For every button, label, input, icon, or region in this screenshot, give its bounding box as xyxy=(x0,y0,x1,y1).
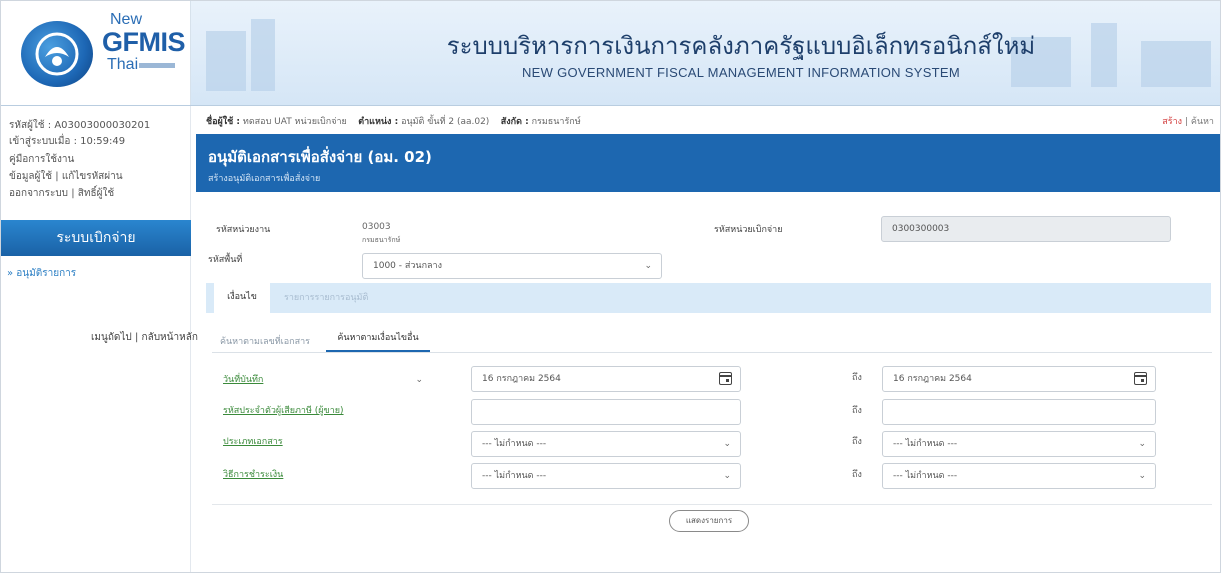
agency-code: 03003 xyxy=(362,222,391,232)
to-label: ถึง xyxy=(852,470,862,480)
subtab-by-document[interactable]: ค้นหาตามเลขที่เอกสาร xyxy=(220,334,310,348)
calendar-icon[interactable] xyxy=(1134,372,1147,385)
banner-decoration xyxy=(206,31,246,91)
create-link[interactable]: สร้าง xyxy=(1162,117,1182,127)
tax-id-label[interactable]: รหัสประจำตัวผู้เสียภาษี (ผู้ขาย) xyxy=(223,403,344,417)
area-select[interactable]: 1000 - ส่วนกลาง ⌄ xyxy=(362,253,662,279)
next-menu-link[interactable]: เมนูถัดไป xyxy=(91,332,132,343)
user-code-line: รหัสผู้ใช้ : A03003000030201 xyxy=(9,118,150,133)
user-info-link[interactable]: ข้อมูลผู้ใช้ xyxy=(9,171,52,182)
tab-list[interactable]: รายการรายการอนุมัติ xyxy=(284,283,368,313)
calendar-icon[interactable] xyxy=(719,372,732,385)
date-type-label: วันที่บันทึก xyxy=(223,375,264,385)
affiliation-value: กรมธนารักษ์ xyxy=(531,117,581,127)
doc-type-label[interactable]: ประเภทเอกสาร xyxy=(223,434,283,448)
system-title-thai: ระบบบริหารการเงินการคลังภาครัฐแบบอิเล็กท… xyxy=(446,32,1036,60)
user-info-bar: ชื่อผู้ใช้ : ทดสอบ UAT หน่วยเบิกจ่าย ตำแ… xyxy=(206,114,1216,128)
tab-bar: เงื่อนไข รายการรายการอนุมัติ xyxy=(206,283,1211,313)
garuda-logo-icon xyxy=(21,21,93,87)
login-time-value: 10:59:49 xyxy=(80,136,126,147)
manual-link[interactable]: คู่มือการใช้งาน xyxy=(9,152,74,167)
sidebar-item-approve[interactable]: » อนุมัติรายการ xyxy=(7,266,76,281)
logo-tagline-bar xyxy=(139,63,175,68)
user-code-label: รหัสผู้ใช้ : xyxy=(9,120,52,131)
search-link[interactable]: ค้นหา xyxy=(1191,117,1214,127)
payment-method-label[interactable]: วิธีการชำระเงิน xyxy=(223,467,283,481)
date-to-field[interactable]: 16 กรกฎาคม 2564 xyxy=(882,366,1156,392)
header-banner: New GFMIS Thai ระบบบริหารการเงินการคลังภ… xyxy=(1,1,1220,106)
payment-method-from-select[interactable]: --- ไม่กำหนด --- ⌄ xyxy=(471,463,741,489)
position-label: ตำแหน่ง : xyxy=(358,117,399,127)
app-window: New GFMIS Thai ระบบบริหารการเงินการคลังภ… xyxy=(0,0,1221,573)
divider xyxy=(212,504,1212,505)
change-password-link[interactable]: แก้ไขรหัสผ่าน xyxy=(62,171,123,182)
date-from-field[interactable]: 16 กรกฎาคม 2564 xyxy=(471,366,741,392)
area-select-value: 1000 - ส่วนกลาง xyxy=(373,261,442,271)
doc-type-to-value: --- ไม่กำหนด --- xyxy=(893,439,958,449)
affiliation-label: สังกัด : xyxy=(500,117,529,127)
agency-name: กรมธนารักษ์ xyxy=(362,236,401,244)
to-label: ถึง xyxy=(852,373,862,383)
chevron-down-icon: ⌄ xyxy=(1138,439,1146,449)
payment-method-to-value: --- ไม่กำหนด --- xyxy=(893,471,958,481)
chevron-down-icon: ⌄ xyxy=(1138,471,1146,481)
position-value: อนุมัติ ขั้นที่ 2 (aa.02) xyxy=(401,117,490,127)
page-title: อนุมัติเอกสารเพื่อสั่งจ่าย (อม. 02) xyxy=(208,148,432,166)
user-rights-link[interactable]: สิทธิ์ผู้ใช้ xyxy=(78,188,114,199)
logout-link[interactable]: ออกจากระบบ xyxy=(9,188,68,199)
system-title-english: NEW GOVERNMENT FISCAL MANAGEMENT INFORMA… xyxy=(521,65,961,80)
doc-type-from-select[interactable]: --- ไม่กำหนด --- ⌄ xyxy=(471,431,741,457)
back-home-link[interactable]: กลับหน้าหลัก xyxy=(142,332,198,343)
user-links-line: ข้อมูลผู้ใช้ | แก้ไขรหัสผ่าน xyxy=(9,169,123,184)
main-content: ชื่อผู้ใช้ : ทดสอบ UAT หน่วยเบิกจ่าย ตำแ… xyxy=(196,106,1220,572)
disb-unit-field: 0300300003 xyxy=(881,216,1171,242)
agency-label: รหัสหน่วยงาน xyxy=(216,225,271,235)
tax-id-to-field[interactable] xyxy=(882,399,1156,425)
divider xyxy=(212,352,1212,353)
system-menu-banner: ระบบเบิกจ่าย xyxy=(1,220,191,256)
topbar-actions: สร้าง | ค้นหา xyxy=(1162,114,1214,128)
to-label: ถึง xyxy=(852,437,862,447)
logo[interactable]: New GFMIS Thai xyxy=(1,1,191,105)
login-time-line: เข้าสู่ระบบเมื่อ : 10:59:49 xyxy=(9,134,125,149)
user-name-value: ทดสอบ UAT หน่วยเบิกจ่าย xyxy=(242,117,347,127)
logo-gfmis-text: GFMIS xyxy=(102,27,186,57)
session-links-line: ออกจากระบบ | สิทธิ์ผู้ใช้ xyxy=(9,186,114,201)
date-from-value: 16 กรกฎาคม 2564 xyxy=(482,374,561,384)
chevron-down-icon: ⌄ xyxy=(723,471,731,481)
page-subtitle: สร้างอนุมัติเอกสารเพื่อสั่งจ่าย xyxy=(208,174,321,184)
tax-id-from-field[interactable] xyxy=(471,399,741,425)
disb-unit-label: รหัสหน่วยเบิกจ่าย xyxy=(714,225,783,235)
user-name-label: ชื่อผู้ใช้ : xyxy=(206,117,241,127)
tab-condition[interactable]: เงื่อนไข xyxy=(214,283,270,313)
user-code-value: A03003000030201 xyxy=(54,120,151,131)
page-title-band: อนุมัติเอกสารเพื่อสั่งจ่าย (อม. 02) สร้า… xyxy=(196,134,1220,192)
search-subtabs: ค้นหาตามเลขที่เอกสาร ค้นหาตามเงื่อนไขอื่… xyxy=(212,326,632,352)
doc-type-to-select[interactable]: --- ไม่กำหนด --- ⌄ xyxy=(882,431,1156,457)
logo-thai-text: Thai xyxy=(107,56,139,73)
to-label: ถึง xyxy=(852,406,862,416)
chevron-down-icon: ⌄ xyxy=(644,261,652,271)
sidebar-nav-links: เมนูถัดไป | กลับหน้าหลัก xyxy=(91,330,198,345)
date-to-value: 16 กรกฎาคม 2564 xyxy=(893,374,972,384)
payment-method-from-value: --- ไม่กำหนด --- xyxy=(482,471,547,481)
chevron-down-icon: ⌄ xyxy=(415,375,423,385)
payment-method-to-select[interactable]: --- ไม่กำหนด --- ⌄ xyxy=(882,463,1156,489)
chevron-down-icon: ⌄ xyxy=(723,439,731,449)
banner-decoration xyxy=(251,19,275,91)
date-type-select[interactable]: วันที่บันทึก ⌄ xyxy=(217,368,453,394)
login-time-label: เข้าสู่ระบบเมื่อ : xyxy=(9,136,77,147)
doc-type-from-value: --- ไม่กำหนด --- xyxy=(482,439,547,449)
subtab-by-other-condition[interactable]: ค้นหาตามเงื่อนไขอื่น xyxy=(326,326,430,352)
left-sidebar: รหัสผู้ใช้ : A03003000030201 เข้าสู่ระบบ… xyxy=(1,106,198,572)
show-list-button[interactable]: แสดงรายการ xyxy=(669,510,749,532)
area-label: รหัสพื้นที่ xyxy=(208,255,243,265)
